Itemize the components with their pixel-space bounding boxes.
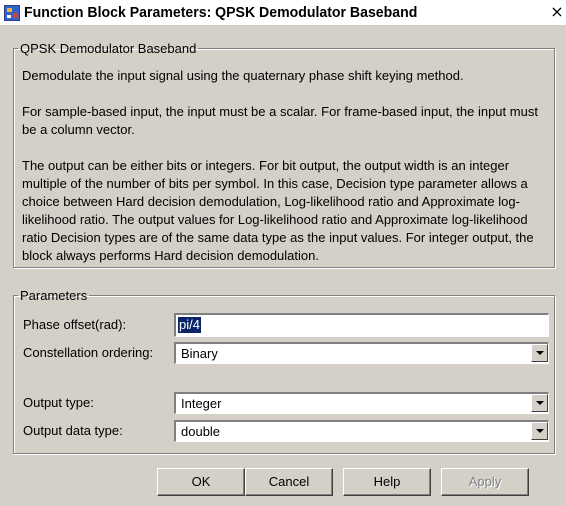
output-type-dropdown-button[interactable] xyxy=(531,394,548,412)
constellation-ordering-label: Constellation ordering: xyxy=(23,345,154,360)
simulink-block-icon xyxy=(4,5,20,21)
phase-offset-label: Phase offset(rad): xyxy=(23,317,127,332)
chevron-down-icon xyxy=(536,351,544,355)
output-type-value: Integer xyxy=(181,396,222,411)
close-icon[interactable]: × xyxy=(549,3,565,21)
constellation-ordering-select[interactable]: Binary xyxy=(174,342,549,364)
output-data-type-label: Output data type: xyxy=(23,423,123,438)
description-legend: QPSK Demodulator Baseband xyxy=(20,41,197,56)
description-paragraph-3: The output can be either bits or integer… xyxy=(22,158,534,263)
title-bar: Function Block Parameters: QPSK Demodula… xyxy=(0,0,566,26)
parameters-legend: Parameters xyxy=(20,288,88,303)
chevron-down-icon xyxy=(536,429,544,433)
output-data-type-dropdown-button[interactable] xyxy=(531,422,548,440)
window-title: Function Block Parameters: QPSK Demodula… xyxy=(24,4,418,21)
output-type-select[interactable]: Integer xyxy=(174,392,549,414)
output-data-type-value: double xyxy=(181,424,221,439)
output-type-label: Output type: xyxy=(23,395,94,410)
description-paragraph-2: For sample-based input, the input must b… xyxy=(22,104,538,137)
description-paragraph-1: Demodulate the input signal using the qu… xyxy=(22,68,464,83)
apply-button[interactable]: Apply xyxy=(441,468,529,496)
chevron-down-icon xyxy=(536,401,544,405)
phase-offset-value: pi/4 xyxy=(178,317,201,333)
cancel-button[interactable]: Cancel xyxy=(245,468,333,496)
constellation-ordering-value: Binary xyxy=(181,346,218,361)
output-data-type-select[interactable]: double xyxy=(174,420,549,442)
help-button[interactable]: Help xyxy=(343,468,431,496)
ok-button[interactable]: OK xyxy=(157,468,245,496)
phase-offset-input[interactable]: pi/4 xyxy=(174,313,549,337)
constellation-ordering-dropdown-button[interactable] xyxy=(531,344,548,362)
